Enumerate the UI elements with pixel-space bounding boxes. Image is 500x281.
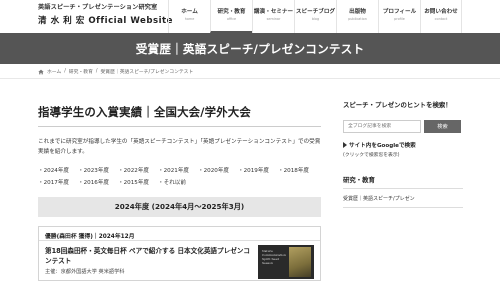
nav-item-profile[interactable]: プロフィール profile (378, 0, 420, 33)
year-link-2023[interactable]: ・2023年度 (78, 166, 118, 174)
category-link-awards[interactable]: 受賞歴｜英語スピーチ/プレゼン (343, 195, 463, 202)
nav-sublabel: seminar (266, 17, 281, 21)
award-heading: 優勝(森田杯 獲得)｜2024年12月 (39, 227, 320, 241)
award-photo: Nature Communication Spirit Seed Season (258, 245, 314, 279)
award-body: 第18回森田杯・英文毎日杯 ペアで紹介する 日本文化英語プレゼンコンテスト 主催… (39, 241, 320, 280)
breadcrumb-divider (0, 78, 500, 79)
brand-name[interactable]: 清 水 利 宏 Official Website (38, 14, 173, 26)
nav-label: ホーム (181, 9, 198, 15)
nav-item-research[interactable]: 研究・教育 office (210, 0, 252, 33)
breadcrumb: ホーム / 研究・教育 / 受賞歴｜英語スピーチ/プレゼンコンテスト (38, 68, 193, 75)
award-card: 優勝(森田杯 獲得)｜2024年12月 第18回森田杯・英文毎日杯 ペアで紹介す… (38, 226, 321, 281)
year-link-2016[interactable]: ・2016年度 (78, 178, 118, 186)
year-link-2019[interactable]: ・2019年度 (238, 166, 278, 174)
year-link-2022[interactable]: ・2022年度 (118, 166, 158, 174)
google-search-note: (クリックで検索窓を表示) (343, 153, 400, 158)
nav-item-home[interactable]: ホーム home (168, 0, 210, 33)
breadcrumb-home[interactable]: ホーム (47, 68, 61, 75)
sidebar: スピーチ・プレゼンのヒントを検索！ 検索 サイト内をGoogleで検索 (クリッ… (343, 100, 463, 208)
breadcrumb-current: 受賞歴｜英語スピーチ/プレゼンコンテスト (100, 70, 194, 75)
nav-label: スピーチブログ (295, 9, 336, 15)
category-divider (343, 188, 463, 189)
home-icon (38, 69, 44, 74)
nav-sublabel: home (184, 17, 195, 21)
page-title: 指導学生の入賞実績｜全国大会/学外大会 (38, 105, 251, 119)
breadcrumb-separator: / (64, 69, 66, 74)
brand-subtitle: 英語スピーチ・プレゼンテーション研究室 (38, 4, 158, 11)
nav-label: お問い合わせ (424, 9, 458, 15)
photo-caption: Nature Communication Spirit Seed Season (262, 249, 286, 265)
year-links: ・2024年度 ・2023年度 ・2022年度 ・2021年度 ・2020年度 … (38, 166, 321, 186)
hero-banner: 受賞歴｜英語スピーチ/プレゼンコンテスト (0, 33, 500, 64)
year-link-2024[interactable]: ・2024年度 (38, 166, 78, 174)
year-section-heading: 2024年度 (2024年4月〜2025年3月) (38, 197, 321, 217)
search-form: 検索 (343, 120, 463, 133)
nav-label: プロフィール (382, 9, 417, 15)
main-content: 指導学生の入賞実績｜全国大会/学外大会 これまでに研究室が指導した学生の「英語ス… (38, 104, 321, 186)
nav-item-publication[interactable]: 出版物 publication (336, 0, 378, 33)
award-title: 第18回森田杯・英文毎日杯 ペアで紹介する 日本文化英語プレゼンコンテスト (45, 247, 250, 265)
site-brand[interactable]: 英語スピーチ・プレゼンテーション研究室 清 水 利 宏 Official Web… (38, 2, 173, 26)
year-link-2018[interactable]: ・2018年度 (278, 166, 318, 174)
search-button[interactable]: 検索 (424, 120, 461, 133)
intro-text: これまでに研究室が指導した学生の「英語スピーチコンテスト」「英語プレゼンテーショ… (38, 139, 321, 155)
nav-label: 出版物 (349, 9, 366, 15)
nav-sublabel: profile (394, 17, 405, 21)
nav-item-seminar[interactable]: 講演・セミナー seminar (252, 0, 294, 33)
global-nav: ホーム home 研究・教育 office 講演・セミナー seminar スピ… (168, 0, 462, 33)
year-link-2017[interactable]: ・2017年度 (38, 178, 78, 186)
year-link-2021[interactable]: ・2021年度 (158, 166, 198, 174)
breadcrumb-separator: / (95, 69, 98, 74)
nav-item-blog[interactable]: スピーチブログ blog (294, 0, 336, 33)
hero-title: 受賞歴｜英語スピーチ/プレゼンコンテスト (135, 42, 365, 56)
title-divider (38, 126, 321, 127)
nav-item-contact[interactable]: お問い合わせ contact (420, 0, 462, 33)
nav-label: 講演・セミナー (253, 9, 294, 15)
search-heading: スピーチ・プレゼンのヒントを検索！ (343, 101, 452, 109)
year-link-2015[interactable]: ・2015年度 (118, 178, 158, 186)
nav-sublabel: publication (348, 17, 367, 21)
category-heading: 研究・教育 (343, 176, 375, 184)
google-search-toggle[interactable]: サイト内をGoogleで検索 (343, 141, 463, 149)
triangle-right-icon (343, 142, 347, 148)
nav-sublabel: blog (311, 17, 320, 21)
site-header: 英語スピーチ・プレゼンテーション研究室 清 水 利 宏 Official Web… (0, 0, 500, 33)
google-search-label: サイト内をGoogleで検索 (349, 143, 416, 149)
nav-label: 研究・教育 (217, 9, 246, 15)
breadcrumb-research[interactable]: 研究・教育 (69, 68, 93, 75)
photo-plant-image (289, 247, 311, 277)
category-divider (343, 207, 463, 208)
year-link-earlier[interactable]: ・それ以前 (158, 178, 198, 186)
year-link-2020[interactable]: ・2020年度 (198, 166, 238, 174)
search-input[interactable] (343, 120, 421, 133)
nav-sublabel: contact (434, 17, 448, 21)
nav-sublabel: office (226, 17, 237, 21)
